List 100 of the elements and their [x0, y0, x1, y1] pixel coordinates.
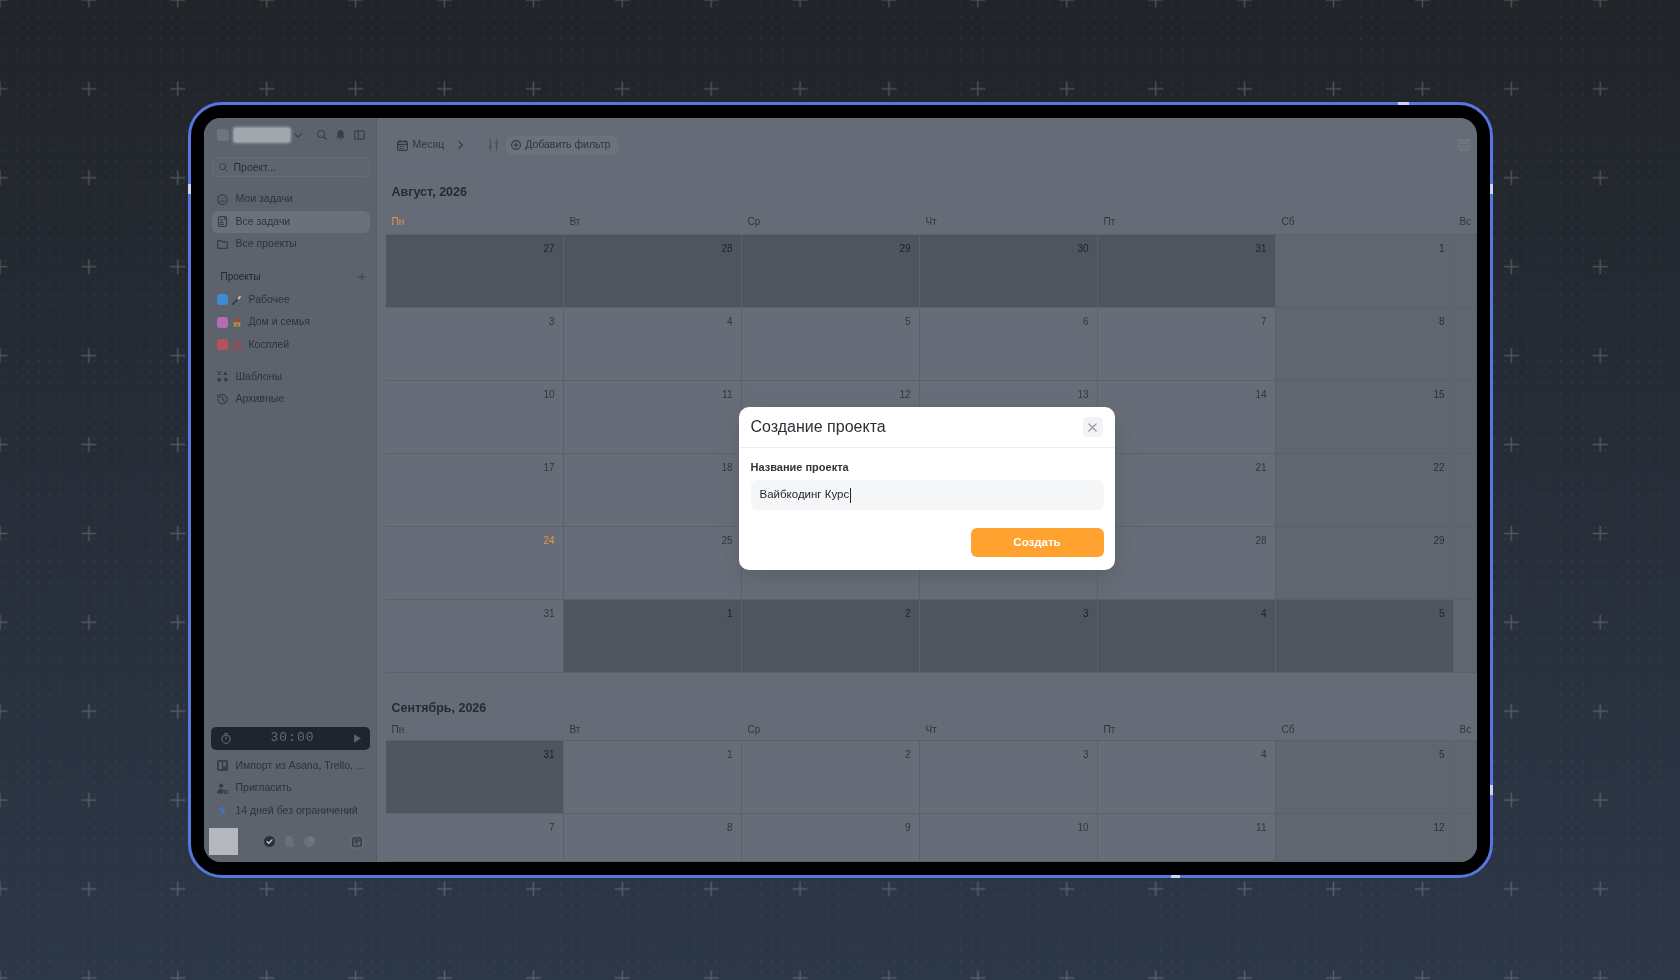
calendar-cell[interactable]: [1453, 381, 1477, 454]
weekday-label: Вс: [1458, 723, 1473, 737]
search-field[interactable]: Проект...: [211, 157, 370, 177]
day-number: 10: [543, 388, 555, 401]
frame-edge-mark: [1489, 785, 1493, 795]
bell-icon[interactable]: [335, 130, 345, 140]
frame-edge-mark: [187, 184, 191, 194]
calendar-cell[interactable]: 8: [563, 814, 742, 862]
weekday-label: Вт: [568, 215, 582, 229]
check-circle-icon[interactable]: [263, 836, 275, 847]
section-heading: Проекты: [220, 270, 261, 284]
day-number: 9: [904, 821, 911, 834]
month-title: Сентябрь, 2026: [390, 700, 488, 716]
weekday-label: Чт: [924, 215, 938, 229]
search-icon: [218, 162, 228, 172]
calendar-cell[interactable]: 4: [563, 308, 742, 381]
view-mode-button[interactable]: Месяц: [396, 137, 464, 153]
chevron-down-icon[interactable]: [293, 132, 302, 138]
close-button[interactable]: [1082, 417, 1103, 437]
sidebar-nav-item[interactable]: Все задачи: [211, 210, 370, 233]
month-title: Август, 2026: [390, 184, 468, 200]
calendar-cell[interactable]: 10: [919, 814, 1098, 862]
person-add-icon: [216, 782, 228, 794]
calendar-cell[interactable]: 8: [1275, 308, 1454, 381]
day-number: 22: [1433, 461, 1445, 474]
calendar-cell[interactable]: 29: [1275, 527, 1454, 600]
project-name-input[interactable]: Вайбкодинг Курс: [750, 480, 1104, 510]
photo-placeholder[interactable]: [208, 828, 238, 855]
day-number: 4: [726, 315, 733, 328]
day-number: 12: [899, 388, 911, 401]
calendar-cell[interactable]: [1453, 527, 1477, 600]
calendar-cell[interactable]: [1453, 454, 1477, 527]
day-number: 3: [1082, 748, 1089, 761]
folder-icon: [216, 238, 228, 250]
calendar-cell[interactable]: [1453, 235, 1477, 308]
calendar-cell[interactable]: 12: [1275, 814, 1454, 862]
calendar-cell[interactable]: 10: [385, 381, 564, 454]
weekday-label: Ср: [746, 215, 762, 229]
shapes-grid-icon: [216, 371, 228, 383]
frame-edge-mark: [1170, 875, 1180, 878]
weekday-label: Вс: [1458, 215, 1473, 229]
weekday-label: Вт: [568, 723, 582, 737]
plus-circle-icon: [511, 140, 522, 150]
calendar-cell[interactable]: 4: [1097, 741, 1276, 814]
day-number: 14: [1255, 388, 1267, 401]
weekday-label: Пт: [1102, 215, 1117, 229]
board-tile-icon: [216, 760, 228, 772]
day-number: 21: [1255, 461, 1267, 474]
day-number: 25: [721, 534, 733, 547]
calendar-cell[interactable]: 24: [385, 527, 564, 600]
frame-edge-mark: [1397, 102, 1409, 105]
chevron-right-icon: [458, 141, 464, 149]
day-number: 3: [548, 315, 555, 328]
sidebar-toggle-icon[interactable]: [353, 130, 365, 140]
calendar-cell[interactable]: [1453, 600, 1477, 673]
search-icon[interactable]: [316, 130, 327, 140]
calendar-cell[interactable]: [1453, 814, 1477, 862]
close-icon: [1088, 422, 1097, 432]
calendar-cell[interactable]: 31: [385, 600, 564, 673]
sliders-icon[interactable]: [488, 139, 500, 151]
timer-time: 30:00: [270, 729, 315, 748]
add-icon[interactable]: [357, 272, 366, 281]
calendar-cell[interactable]: 7: [1097, 308, 1276, 381]
day-number: 24: [543, 534, 555, 547]
task-list-icon: [216, 216, 228, 228]
calendar-cell[interactable]: 22: [1275, 454, 1454, 527]
calendar-icon: [396, 139, 408, 151]
day-number: 29: [1433, 534, 1445, 547]
house-icon: [231, 317, 242, 328]
timer-bar[interactable]: 30:00: [210, 726, 370, 750]
day-number: 13: [1077, 388, 1089, 401]
blurred-name-block: [233, 128, 290, 142]
day-number: 8: [726, 821, 733, 834]
day-number: 7: [1260, 315, 1267, 328]
weekday-label: Сб: [1280, 723, 1296, 737]
calendar-cell[interactable]: 3: [919, 741, 1098, 814]
calendar-cell[interactable]: [1453, 741, 1477, 814]
add-filter-button[interactable]: Добавить фильтр: [506, 135, 619, 155]
dialog-title: Создание проекта: [750, 417, 886, 437]
history-icon: [216, 393, 228, 405]
calendar-cell[interactable]: 3: [385, 308, 564, 381]
play-icon[interactable]: [354, 733, 362, 743]
day-number: 15: [1433, 388, 1445, 401]
day-number: 31: [543, 607, 555, 620]
calendar-cell[interactable]: 7: [385, 814, 564, 862]
weekday-label: Пн: [390, 723, 406, 737]
weekday-label: Сб: [1280, 215, 1296, 229]
weekday-label: Пт: [1102, 723, 1117, 737]
smiley-circle-icon: [216, 193, 228, 205]
calendar-cell[interactable]: 17: [385, 454, 564, 527]
weekday-label: Ср: [746, 723, 762, 737]
calendar-cell[interactable]: 15: [1275, 381, 1454, 454]
day-number: 28: [1255, 534, 1267, 547]
day-number: 7: [548, 821, 555, 834]
calendar-cell[interactable]: 9: [741, 814, 920, 862]
create-button[interactable]: Создать: [970, 528, 1104, 557]
calendar-cell[interactable]: [1453, 308, 1477, 381]
day-number: 18: [721, 461, 733, 474]
day-number: 17: [543, 461, 555, 474]
day-number: 8: [1438, 315, 1445, 328]
